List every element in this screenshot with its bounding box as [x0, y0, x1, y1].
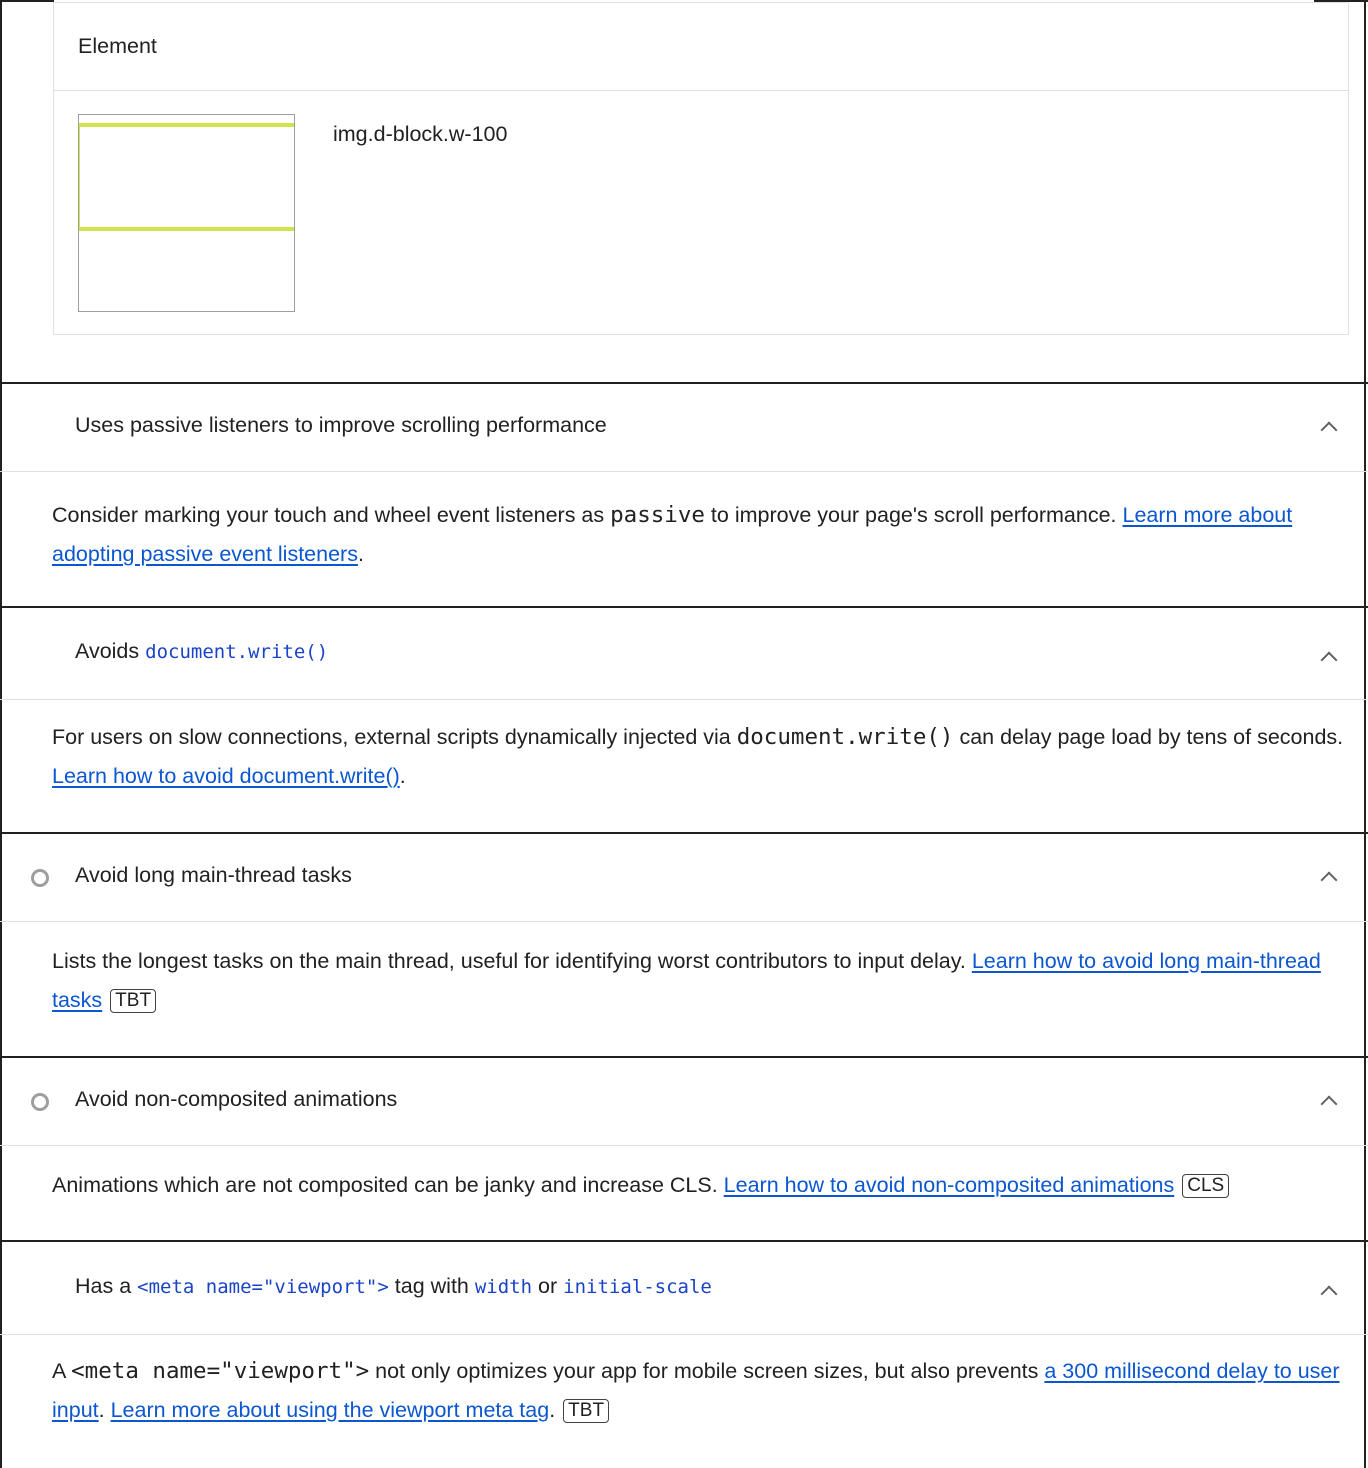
learn-more-link[interactable]: Learn how to avoid non-composited animat…: [724, 1173, 1175, 1197]
title-text: Avoids: [75, 639, 146, 663]
element-screenshot-thumbnail[interactable]: [78, 114, 295, 312]
metric-badge-tbt[interactable]: TBT: [110, 989, 157, 1013]
element-selector: img.d-block.w-100: [333, 122, 508, 146]
learn-more-link[interactable]: Learn more about using the viewport meta…: [111, 1398, 550, 1422]
audit-description: Animations which are not composited can …: [52, 1166, 1344, 1205]
audit-header[interactable]: Avoid long main-thread tasks: [0, 834, 1368, 922]
title-text: tag with: [388, 1274, 475, 1298]
chevron-up-icon[interactable]: [1320, 871, 1338, 889]
audit-title: Avoids document.write(): [75, 639, 328, 664]
desc-text: to improve your page's scroll performanc…: [704, 503, 1123, 527]
chevron-up-icon[interactable]: [1320, 1095, 1338, 1113]
table-header: Element: [54, 3, 1348, 91]
chevron-up-icon[interactable]: [1320, 651, 1338, 669]
element-details-table: Element img.d-block.w-100: [53, 2, 1349, 335]
title-code: <meta name="viewport">: [137, 1276, 389, 1298]
title-text: or: [532, 1274, 564, 1298]
metric-badge-tbt[interactable]: TBT: [563, 1399, 610, 1423]
audit-description: A <meta name="viewport"> not only optimi…: [52, 1352, 1344, 1430]
audit-title: Avoid long main-thread tasks: [75, 863, 352, 887]
title-code: initial-scale: [563, 1276, 712, 1298]
audit-title: Avoid non-composited animations: [75, 1087, 398, 1111]
desc-text: .: [399, 764, 406, 788]
audit-title: Uses passive listeners to improve scroll…: [75, 413, 607, 437]
audit-description: Lists the longest tasks on the main thre…: [52, 942, 1344, 1020]
highlight-bottom-edge: [79, 227, 294, 231]
audit-non-composited-animations: Avoid non-composited animations Animatio…: [0, 1056, 1368, 1242]
desc-code: <meta name="viewport">: [71, 1358, 370, 1384]
informative-status-icon: [31, 1093, 49, 1111]
audit-document-write: Avoids document.write() For users on slo…: [0, 606, 1368, 834]
audit-header[interactable]: Uses passive listeners to improve scroll…: [0, 384, 1368, 472]
metric-badge-cls[interactable]: CLS: [1182, 1174, 1230, 1198]
desc-text: not only optimizes your app for mobile s…: [369, 1359, 1045, 1383]
audit-description: Consider marking your touch and wheel ev…: [52, 496, 1344, 574]
audit-viewport-meta: Has a <meta name="viewport"> tag with wi…: [0, 1240, 1368, 1468]
desc-text: Consider marking your touch and wheel ev…: [52, 503, 611, 527]
learn-more-link[interactable]: Learn how to avoid document.write(): [52, 764, 400, 788]
audit-passive-listeners: Uses passive listeners to improve scroll…: [0, 382, 1368, 608]
desc-text: A: [52, 1359, 72, 1383]
audit-long-tasks: Avoid long main-thread tasks Lists the l…: [0, 832, 1368, 1058]
highlight-left-edge: [79, 123, 80, 231]
desc-text: Animations which are not composited can …: [52, 1173, 724, 1197]
title-code: document.write(): [145, 641, 329, 663]
audit-description: For users on slow connections, external …: [52, 718, 1344, 796]
column-header-element: Element: [78, 34, 157, 58]
informative-status-icon: [31, 869, 49, 887]
desc-text: .: [357, 542, 364, 566]
title-code: width: [474, 1276, 533, 1298]
audit-header[interactable]: Has a <meta name="viewport"> tag with wi…: [0, 1242, 1368, 1335]
desc-text: For users on slow connections, external …: [52, 725, 737, 749]
audit-header[interactable]: Avoids document.write(): [0, 608, 1368, 700]
top-border-left: [0, 0, 54, 2]
desc-text: .: [98, 1398, 111, 1422]
chevron-up-icon[interactable]: [1320, 1285, 1338, 1303]
desc-text: .: [549, 1398, 556, 1422]
chevron-up-icon[interactable]: [1320, 421, 1338, 439]
audit-header[interactable]: Avoid non-composited animations: [0, 1058, 1368, 1146]
desc-code: passive: [610, 502, 705, 528]
desc-text: Lists the longest tasks on the main thre…: [52, 949, 972, 973]
desc-text: can delay page load by tens of seconds.: [953, 725, 1344, 749]
audit-title: Has a <meta name="viewport"> tag with wi…: [75, 1274, 712, 1299]
title-text: Has a: [75, 1274, 138, 1298]
desc-code: document.write(): [736, 724, 954, 750]
highlight-top-edge: [79, 123, 294, 127]
